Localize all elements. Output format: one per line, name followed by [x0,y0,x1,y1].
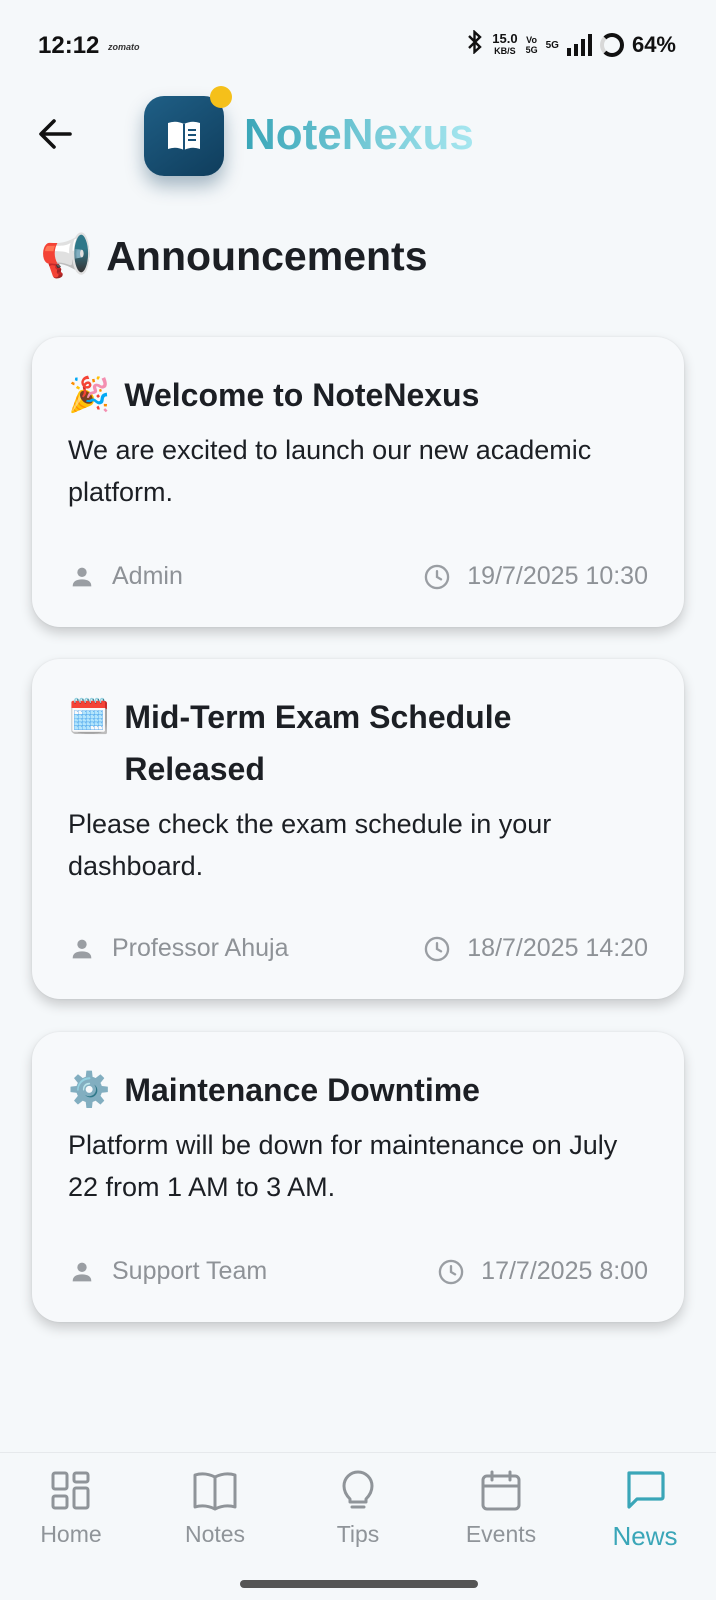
megaphone-icon: 📢 [40,232,93,279]
page-title-text: Announcements [106,233,428,279]
nav-label-events: Events [465,1521,537,1547]
announcement-author: Support Team [68,1257,267,1286]
page-title: 📢 Announcements [40,232,428,281]
network-speed: 15.0 KB/S [492,31,518,57]
status-notification-brand: zomato [108,42,140,52]
author-name: Support Team [112,1257,268,1285]
grid-icon [51,1471,90,1510]
timestamp: 17/7/2025 8:00 [481,1257,648,1285]
announcement-meta: Support Team 17/7/2025 8:00 [68,1257,648,1286]
back-button[interactable] [36,114,76,154]
open-book-icon [168,121,200,150]
bottom-navigation: Home Notes Tips Events News [0,1452,716,1600]
calendar-icon [481,1470,521,1511]
app-logo [144,96,224,176]
clock-icon [425,936,450,961]
calendar-icon: 🗓️ [68,698,111,736]
nav-item-home[interactable]: Home [16,1469,126,1569]
battery-level: 64% [631,32,676,57]
announcement-body: Platform will be down for maintenance on… [68,1130,618,1202]
home-indicator[interactable] [240,1580,478,1588]
bluetooth-icon [466,29,484,60]
timestamp: 18/7/2025 14:20 [467,934,648,962]
volte-bottom: 5G [525,45,538,55]
nav-item-events[interactable]: Events [446,1469,556,1569]
nav-label-notes: Notes [184,1521,246,1547]
announcement-title: 🎉 Welcome to NoteNexus [68,369,648,421]
lightbulb-icon [342,1470,374,1509]
clock-icon [438,1259,464,1284]
announcement-card[interactable]: 🎉 Welcome to NoteNexus We are excited to… [32,337,684,627]
nav-item-news[interactable]: News [590,1469,700,1569]
network-speed-unit: KB/S [494,46,516,56]
app-header: NoteNexus [0,86,716,222]
announcement-card[interactable]: ⚙️ Maintenance Downtime Platform will be… [32,1032,684,1322]
nav-item-tips[interactable]: Tips [303,1469,413,1569]
notification-dot [210,86,232,108]
announcement-title-text: Maintenance Downtime [124,1072,480,1108]
timestamp: 19/7/2025 10:30 [467,562,648,590]
announcement-time: 18/7/2025 14:20 [423,934,648,963]
announcement-title-text: Welcome to NoteNexus [124,377,480,413]
signal-bars-icon [566,34,592,56]
announcement-card[interactable]: 🗓️ Mid-Term Exam Schedule Released Pleas… [32,659,684,999]
nav-label-home: Home [40,1521,102,1547]
author-name: Professor Ahuja [112,934,289,962]
status-bar: 12:12 zomato 15.0 KB/S Vo 5G 5G 64% [0,0,716,92]
announcement-author: Professor Ahuja [68,934,289,963]
announcement-title: ⚙️ Maintenance Downtime [68,1064,648,1116]
battery-icon [599,33,624,57]
nav-label-tips: Tips [336,1521,380,1547]
announcement-body: Please check the exam schedule in your d… [68,809,552,881]
volte-indicator: Vo 5G [526,35,538,55]
announcement-title: 🗓️ Mid-Term Exam Schedule Released [68,691,648,795]
nav-label-news: News [612,1521,678,1551]
clock-icon [425,564,450,589]
person-icon [72,939,92,958]
network-speed-value: 15.0 [492,31,518,46]
status-indicators: 15.0 KB/S Vo 5G 5G 64% [466,29,676,60]
party-popper-icon: 🎉 [68,376,111,414]
person-icon [72,567,92,586]
announcement-meta: Admin 19/7/2025 10:30 [68,562,648,591]
volte-top: Vo [526,35,538,45]
status-time: 12:12 [38,32,100,59]
chat-bubble-icon [627,1471,665,1509]
gear-icon: ⚙️ [68,1071,111,1109]
book-icon [193,1472,237,1511]
author-name: Admin [112,562,183,590]
network-type: 5G [545,39,559,51]
nav-item-notes[interactable]: Notes [160,1469,270,1569]
announcement-time: 17/7/2025 8:00 [437,1257,648,1286]
announcement-time: 19/7/2025 10:30 [423,562,648,591]
arrow-left-icon [39,119,72,149]
announcement-author: Admin [68,562,183,591]
announcement-body: We are excited to launch our new academi… [68,435,592,507]
announcement-title-text: Mid-Term Exam Schedule Released [124,699,512,787]
person-icon [72,1262,92,1281]
app-name: NoteNexus [244,110,474,159]
announcement-meta: Professor Ahuja 18/7/2025 14:20 [68,934,648,963]
